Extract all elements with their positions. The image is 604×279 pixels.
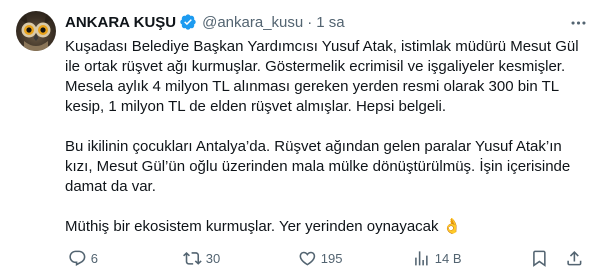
share-button[interactable] [565,246,584,270]
action-bar: 6 30 195 14 B [60,246,590,270]
tweet-paragraph: Bu ikilinin çocukları Antalya’da. Rüşvet… [65,138,571,195]
reply-icon [69,250,86,266]
retweet-count: 30 [205,250,221,266]
like-button[interactable]: 195 [298,246,342,270]
tweet-header: ANKARA KUŞU @ankara_kusu · 1 sa [65,11,588,33]
author-name[interactable]: ANKARA KUŞU [65,14,176,31]
views-chart-icon [415,250,428,266]
bookmark-button[interactable] [530,246,549,270]
views-count: 14 B [434,250,462,266]
tweet-paragraph: Müthiş bir ekosistem kurmuşlar. Yer yeri… [65,218,462,235]
tweet-paragraph: Kuşadası Belediye Başkan Yardımcısı Yusu… [65,38,579,115]
avatar[interactable] [16,11,56,51]
heart-icon [299,251,316,266]
author-handle[interactable]: @ankara_kusu [202,14,303,31]
tweet-text: Kuşadası Belediye Başkan Yardımcısı Yusu… [65,37,590,237]
separator-dot: · [307,13,313,31]
tweet[interactable]: ANKARA KUŞU @ankara_kusu · 1 sa Kuşadası… [0,0,604,279]
share-icon [567,250,582,266]
bookmark-icon [533,250,546,267]
owl-avatar-image [20,15,52,51]
more-icon[interactable] [569,16,588,30]
views-button[interactable]: 14 B [412,246,462,270]
tweet-time[interactable]: 1 sa [316,14,344,31]
retweet-icon [183,251,202,265]
reply-count: 6 [90,250,98,266]
like-count: 195 [320,250,343,266]
reply-button[interactable]: 6 [68,246,98,270]
verified-badge-icon[interactable] [179,13,197,31]
retweet-button[interactable]: 30 [183,246,220,270]
